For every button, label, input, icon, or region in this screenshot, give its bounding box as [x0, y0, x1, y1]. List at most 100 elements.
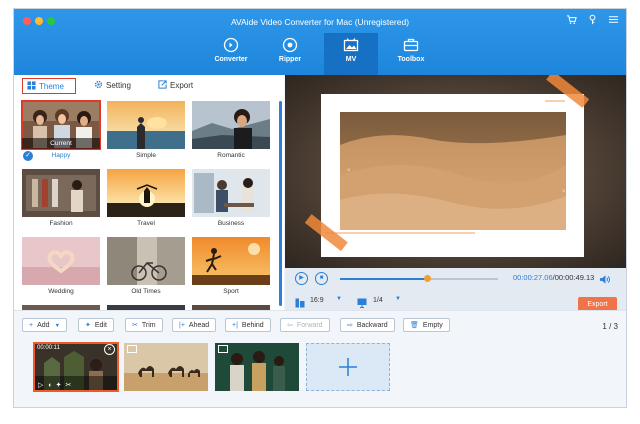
theme-label: Fashion [49, 220, 73, 227]
svg-text:×: × [347, 168, 351, 174]
forward-label: Forward [296, 322, 323, 329]
tab-theme-label: Theme [39, 82, 64, 91]
ahead-label: Ahead [188, 322, 210, 329]
aspect-ratio-value[interactable]: 16:9 [310, 297, 324, 304]
scissors-icon: ✂ [132, 322, 138, 329]
cart-icon[interactable] [566, 14, 577, 28]
menu-icon[interactable] [608, 14, 619, 28]
tab-export[interactable]: Export [158, 78, 193, 94]
progress-fill [340, 278, 427, 280]
theme-label: Business [217, 220, 245, 227]
export-icon [158, 80, 167, 89]
play-icon[interactable]: ▷ [38, 382, 47, 389]
backward-button[interactable]: ⇨ Backward [340, 318, 395, 332]
scissors-icon[interactable]: ✂ [66, 382, 76, 389]
theme-scrollbar[interactable] [279, 101, 282, 306]
nav-ripper-label: Ripper [278, 56, 302, 63]
preview-frame: × × [285, 75, 626, 268]
theme-thumbnail [192, 101, 270, 149]
key-icon[interactable] [587, 14, 598, 28]
total-time: /00:00:49.13 [552, 273, 595, 282]
edit-button[interactable]: ✦ Edit [78, 318, 114, 332]
theme-panel: Theme Setting Export Current ✓ Happy Sim… [14, 75, 284, 310]
toolbox-icon [403, 38, 419, 52]
behind-button[interactable]: +| Behind [225, 318, 271, 332]
video-icon [218, 345, 228, 353]
time-display: 00:00:27.06/00:00:49.13 [513, 273, 594, 282]
theme-label: Travel [137, 220, 155, 227]
ahead-button[interactable]: |+ Ahead [172, 318, 217, 332]
nav-converter-label: Converter [214, 56, 248, 63]
theme-thumbnail [22, 169, 100, 217]
theme-label: Happy [51, 152, 71, 159]
theme-label: Romantic [217, 152, 245, 159]
play-icon: ▶ [299, 275, 304, 281]
tab-theme[interactable]: Theme [22, 78, 76, 94]
theme-thumbnail [192, 237, 270, 285]
theme-thumbnail [107, 101, 185, 149]
clip-3[interactable] [215, 343, 299, 391]
ahead-icon: |+ [179, 322, 185, 329]
theme-label: Wedding [48, 288, 74, 295]
theme-label: Simple [136, 152, 156, 159]
current-time: 00:00:27.06 [513, 273, 553, 282]
gear-icon [94, 80, 103, 89]
nav-converter[interactable]: Converter [204, 33, 258, 75]
add-clip-button[interactable] [306, 343, 390, 391]
volume-icon[interactable] [599, 272, 610, 290]
backward-icon: ⇨ [347, 322, 353, 329]
forward-icon: ⇦ [287, 322, 293, 329]
stop-button[interactable]: ■ [315, 272, 328, 285]
volume-icon[interactable]: ◖ [47, 382, 55, 389]
tab-setting[interactable]: Setting [94, 78, 131, 94]
trash-icon: 🗑 [410, 322, 419, 329]
chevron-down-icon: ▼ [54, 323, 61, 329]
title-bar: AVAide Video Converter for Mac (Unregist… [14, 9, 626, 75]
theme-thumbnail [22, 237, 100, 285]
stop-icon: ■ [319, 275, 324, 281]
aspect-dropdown-icon[interactable]: ▼ [336, 296, 342, 302]
trim-button[interactable]: ✂ Trim [125, 318, 163, 332]
behind-label: Behind [241, 322, 264, 329]
theme-thumbnail: Current [21, 100, 101, 150]
backward-label: Backward [356, 322, 388, 329]
panel-tabs: Theme Setting Export [14, 75, 284, 97]
player-controls: ▶ ■ 00:00:27.06/00:00:49.13 16:9 ▼ 1/4 ▼… [285, 268, 626, 312]
add-button[interactable]: + Add ▼ [22, 318, 68, 332]
clip-timeline: 00:00:11 × ▷◖✦✂ [14, 336, 626, 407]
clip-actions: ▷◖✦✂ [38, 381, 75, 389]
add-label: Add [37, 322, 50, 329]
theme-thumbnail [192, 169, 270, 217]
nav-ripper[interactable]: Ripper [263, 33, 317, 75]
play-button[interactable]: ▶ [295, 272, 308, 285]
edit-icon: ✦ [85, 322, 91, 329]
clip-duration: 00:00:11 [37, 345, 60, 351]
nav-mv[interactable]: MV [324, 33, 378, 75]
edit-label: Edit [94, 322, 107, 329]
plus-icon: + [29, 322, 34, 329]
empty-button[interactable]: 🗑 Empty [403, 318, 450, 332]
progress-knob[interactable] [423, 275, 431, 282]
progress-track[interactable] [340, 275, 498, 282]
empty-label: Empty [422, 322, 443, 329]
plus-icon [339, 358, 357, 376]
effect-icon[interactable]: ✦ [56, 382, 66, 389]
zoom-dropdown-icon[interactable]: ▼ [395, 296, 401, 302]
trim-label: Trim [141, 322, 156, 329]
forward-button[interactable]: ⇦ Forward [280, 318, 330, 332]
nav-toolbox[interactable]: Toolbox [384, 33, 438, 75]
edit-toolbar: + Add ▼ ✦ Edit ✂ Trim |+ Ahead +| Behind ⇦ Forw… [14, 310, 626, 337]
video-preview: × × [285, 75, 626, 268]
theme-thumbnail [107, 169, 185, 217]
nav-mv-label: MV [345, 56, 357, 63]
behind-icon: +| [232, 322, 238, 329]
window-title: AVAide Video Converter for Mac (Unregist… [230, 17, 410, 27]
nav-toolbox-label: Toolbox [397, 56, 425, 63]
video-icon [127, 345, 137, 353]
remove-clip-icon[interactable]: × [104, 344, 115, 355]
clip-1[interactable]: 00:00:11 × ▷◖✦✂ [33, 342, 119, 392]
clip-2[interactable] [124, 343, 208, 391]
zoom-value[interactable]: 1/4 [373, 297, 383, 304]
grid-icon [27, 81, 36, 90]
theme-thumbnail [107, 237, 185, 285]
